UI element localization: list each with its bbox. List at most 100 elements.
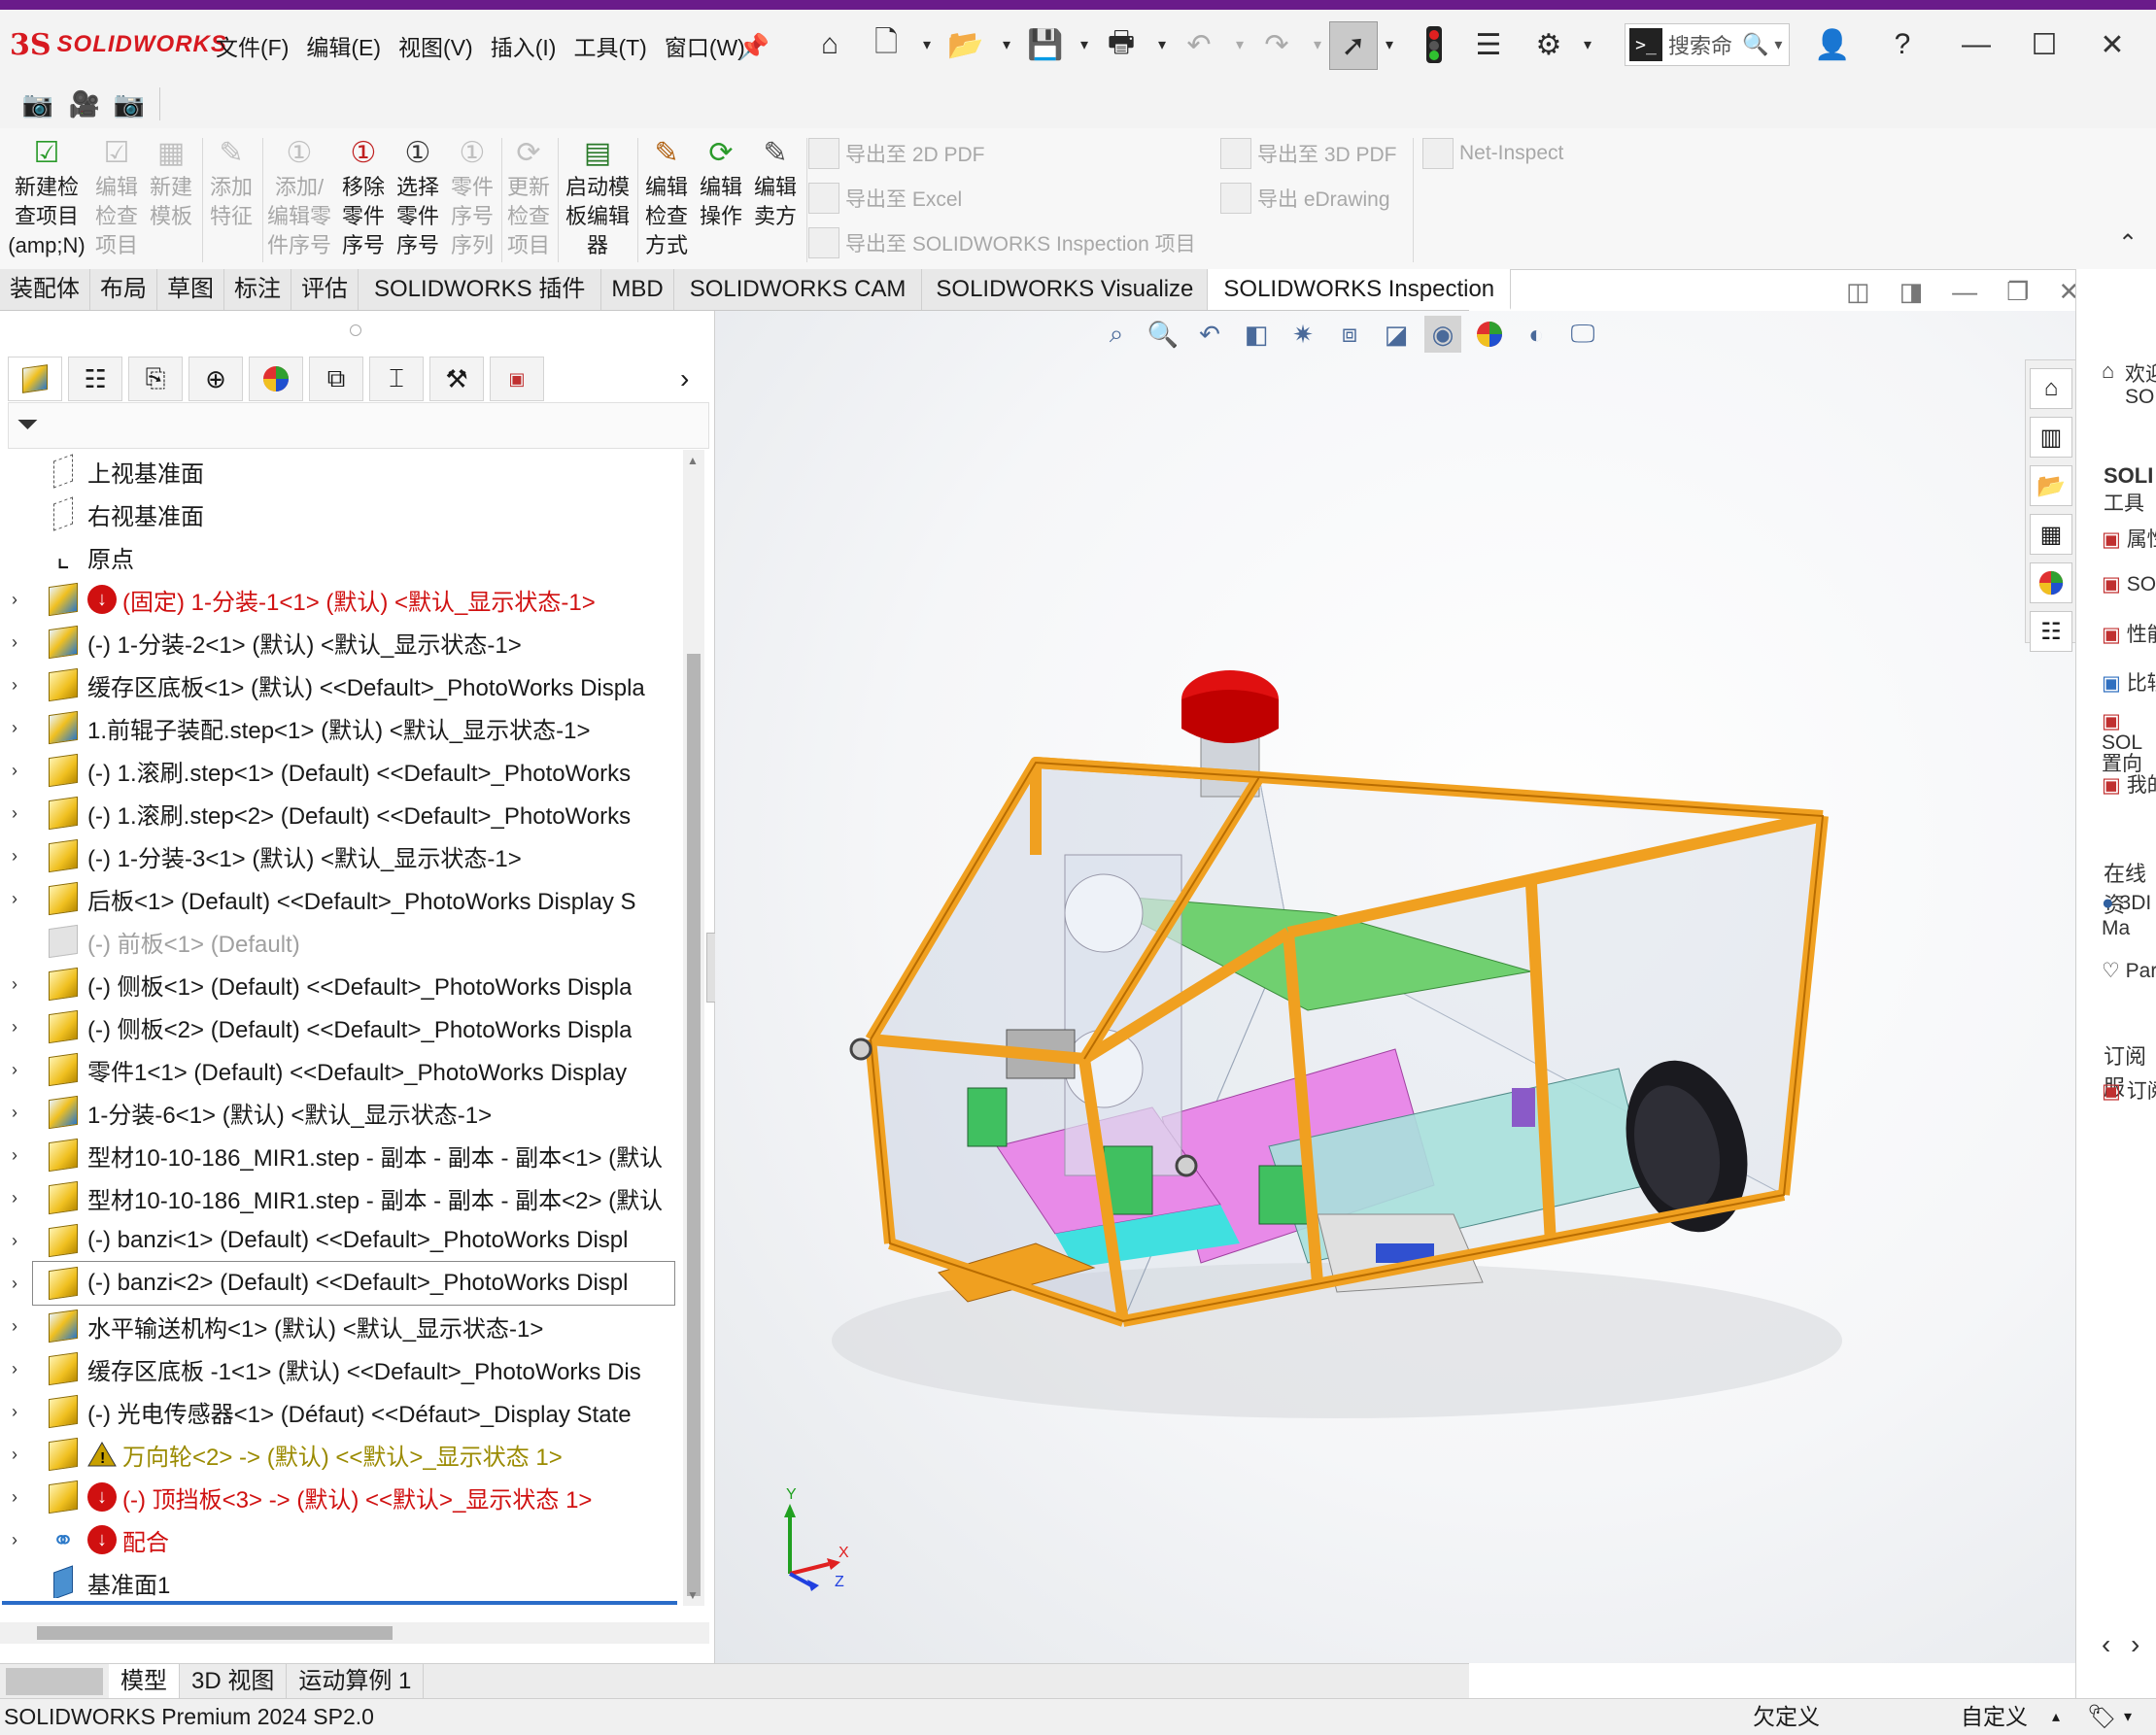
tag-icon[interactable]: 🏷	[2087, 1699, 2116, 1735]
subscription-item[interactable]: ▣ 订阅	[2102, 1075, 2156, 1105]
chevron-down-icon[interactable]: ▾	[2124, 1699, 2132, 1735]
display-style-icon[interactable]: ◪	[1378, 316, 1415, 353]
task-item-properties[interactable]: ▣ 属性	[2102, 524, 2156, 553]
property-manager-tab-icon[interactable]: ☷	[68, 357, 122, 401]
expand-chevron-icon[interactable]: ›	[12, 846, 33, 867]
tree-item[interactable]: ⌞ 原点	[0, 535, 680, 578]
tree-vertical-scrollbar[interactable]: ▲ ▼	[683, 450, 704, 1606]
menu-view[interactable]: 视图(V)	[398, 29, 473, 62]
dynamic-annotation-icon[interactable]: ✷	[1284, 316, 1321, 353]
tree-item[interactable]: › ↓ (固定) 1-分装-1<1> (默认) <默认_显示状态-1>	[0, 578, 680, 621]
expand-chevron-icon[interactable]: ›	[12, 1231, 33, 1251]
open-icon[interactable]: 📂	[942, 21, 989, 68]
online-item-partner[interactable]: ♡ Par	[2102, 959, 2156, 983]
tree-item[interactable]: › (-) banzi<2> (Default) <<Default>_Photo…	[12, 1261, 675, 1306]
scroll-up-icon[interactable]: ▲	[687, 454, 699, 467]
expand-chevron-icon[interactable]: ›	[12, 761, 33, 781]
tree-item[interactable]: › 后板<1> (Default) <<Default>_PhotoWorks D…	[0, 877, 680, 920]
tab-model[interactable]: 模型	[109, 1664, 180, 1699]
task-item-sol-reset[interactable]: ▣ SOL 置向	[2102, 711, 2156, 775]
tree-item[interactable]: › 零件1<1> (Default) <<Default>_PhotoWorks …	[0, 1048, 680, 1091]
home-icon[interactable]: ⌂	[2030, 368, 2072, 409]
tab-sketch[interactable]: 草图	[157, 269, 224, 310]
view-settings-icon[interactable]: 🖵	[1564, 316, 1601, 353]
maximize-icon[interactable]: ☐	[2019, 21, 2070, 68]
help-icon[interactable]: ?	[1879, 21, 1926, 68]
tab-3d-views[interactable]: 3D 视图	[180, 1664, 288, 1699]
expand-chevron-icon[interactable]: ›	[12, 1017, 33, 1038]
view-palette-icon[interactable]: ▦	[2030, 514, 2072, 555]
edit-inspection-method-button[interactable]: ✎ 编辑 检查 方式	[639, 136, 694, 260]
tree-item[interactable]: › (-) 1-分装-3<1> (默认) <默认_显示状态-1>	[0, 834, 680, 877]
tab-evaluate[interactable]: 评估	[291, 269, 359, 310]
tab-visualize[interactable]: SOLIDWORKS Visualize	[922, 269, 1209, 310]
previous-view-icon[interactable]: ↶	[1191, 316, 1228, 353]
expand-chevron-icon[interactable]: ›	[12, 632, 33, 653]
scrollbar-thumb[interactable]	[687, 654, 701, 1596]
tree-item[interactable]: (-) 前板<1> (Default)	[0, 920, 680, 963]
chevron-down-icon[interactable]: ▾	[1152, 21, 1172, 68]
tree-item[interactable]: 上视基准面	[0, 450, 680, 493]
new-document-icon[interactable]: 🗋	[863, 21, 909, 68]
camera-icon[interactable]: 📷	[19, 85, 56, 122]
tab-mbd[interactable]: MBD	[601, 269, 674, 310]
redo-icon[interactable]: ↷	[1253, 21, 1300, 68]
tree-item[interactable]: 右视基准面	[0, 493, 680, 535]
expand-chevron-icon[interactable]: ›	[12, 889, 33, 909]
menu-insert[interactable]: 插入(I)	[491, 29, 557, 62]
tree-item[interactable]: › 缓存区底板<1> (默认) <<Default>_PhotoWorks Dis…	[0, 663, 680, 706]
remove-balloon-button[interactable]: ① 移除 零件 序号	[336, 136, 391, 260]
display-manager-tab-icon[interactable]	[249, 357, 303, 401]
select-pointer-icon[interactable]: ➚	[1329, 21, 1378, 70]
zoom-to-area-icon[interactable]: 🔍	[1145, 316, 1181, 353]
search-icon[interactable]: 🔍	[1742, 32, 1768, 57]
tree-item[interactable]: › (-) 光电传感器<1> (Défaut) <<Défaut>_Display…	[0, 1390, 680, 1433]
expand-chevron-icon[interactable]: ›	[12, 1445, 33, 1465]
chevron-down-icon[interactable]: ▾	[1230, 21, 1249, 68]
apply-scene-icon[interactable]: ◐	[1518, 316, 1555, 353]
chevron-down-icon[interactable]: ▾	[1578, 21, 1597, 68]
tab-motion-study[interactable]: 运动算例 1	[287, 1664, 425, 1699]
tree-item[interactable]: › 缓存区底板 -1<1> (默认) <<Default>_PhotoWorks …	[0, 1347, 680, 1390]
expand-chevron-icon[interactable]: ›	[12, 1530, 33, 1550]
rollback-bar[interactable]	[2, 1601, 677, 1605]
chevron-down-icon[interactable]: ▾	[1774, 35, 1782, 54]
tab-addins[interactable]: SOLIDWORKS 插件	[359, 269, 602, 310]
minimize-icon[interactable]: —	[1952, 277, 1977, 307]
expand-chevron-icon[interactable]: ›	[12, 1145, 33, 1166]
hide-show-items-icon[interactable]: ◉	[1424, 316, 1461, 353]
file-explorer-icon[interactable]: 📂	[2030, 465, 2072, 506]
edit-vendor-button[interactable]: ✎ 编辑 卖方	[748, 136, 803, 231]
tree-item[interactable]: › (-) 侧板<2> (Default) <<Default>_PhotoWor…	[0, 1005, 680, 1048]
user-account-icon[interactable]: 👤	[1809, 21, 1856, 68]
tab-markup[interactable]: 标注	[224, 269, 291, 310]
tree-item[interactable]: › 型材10-10-186_MIR1.step - 副本 - 副本 - 副本<1>…	[0, 1134, 680, 1176]
expand-chevron-icon[interactable]: ›	[12, 1188, 33, 1208]
edit-appearance-icon[interactable]	[1471, 316, 1508, 353]
scroll-down-icon[interactable]: ▼	[687, 1588, 699, 1602]
tab-cam[interactable]: SOLIDWORKS CAM	[674, 269, 923, 310]
tree-item[interactable]: ›! 万向轮<2> -> (默认) <<默认>_显示状态 1>	[0, 1433, 680, 1476]
chevron-left-icon[interactable]: ‹	[2102, 1629, 2110, 1660]
file-properties-icon[interactable]: ☰	[1465, 21, 1512, 68]
tile-right-icon[interactable]: ◨	[1899, 277, 1924, 307]
new-inspection-project-button[interactable]: ☑ 新建检 查项目 (amp;N)	[6, 136, 87, 260]
template-editor-button[interactable]: ▤ 启动模 板编辑 器	[560, 136, 635, 260]
tab-navigation-arrows[interactable]	[6, 1668, 103, 1695]
expand-chevron-icon[interactable]: ›	[12, 803, 33, 824]
menu-tools[interactable]: 工具(T)	[573, 29, 646, 62]
cam-operation-tab-icon[interactable]: ⌶	[369, 357, 424, 401]
feature-manager-tab-icon[interactable]	[8, 357, 62, 401]
menu-edit[interactable]: 编辑(E)	[306, 29, 381, 62]
expand-chevron-icon[interactable]: ›	[12, 974, 33, 995]
expand-chevron-icon[interactable]: ›	[12, 1274, 33, 1294]
custom-properties-icon[interactable]: ☷	[2030, 611, 2072, 652]
chevron-up-icon[interactable]: ▴	[2052, 1699, 2060, 1735]
chevron-down-icon[interactable]: ▾	[1308, 21, 1327, 68]
tree-item[interactable]: › ↓ (-) 顶挡板<3> -> (默认) <<默认>_显示状态 1>	[0, 1476, 680, 1518]
home-icon[interactable]: ⌂	[806, 21, 853, 68]
options-gear-icon[interactable]: ⚙	[1525, 21, 1572, 68]
expand-chevron-icon[interactable]: ›	[12, 675, 33, 696]
select-balloon-button[interactable]: ① 选择 零件 序号	[391, 136, 445, 260]
tile-left-icon[interactable]: ◫	[1846, 277, 1870, 307]
